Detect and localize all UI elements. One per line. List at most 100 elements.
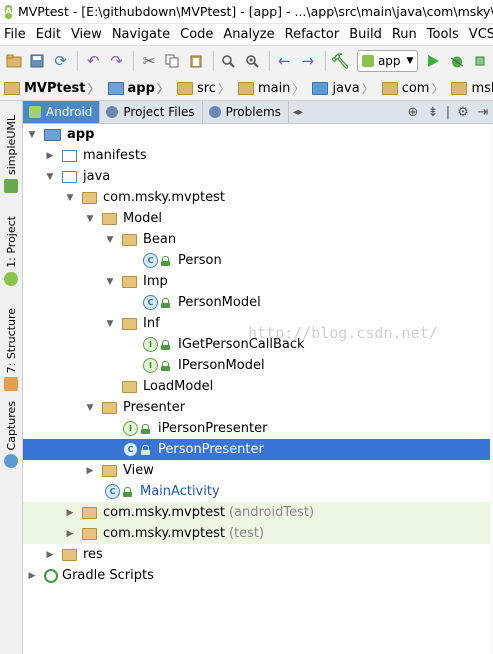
tree-item-bean[interactable]: ▼ Bean (23, 229, 493, 250)
replace-icon[interactable] (241, 50, 262, 72)
attach-debugger-icon[interactable] (469, 50, 490, 72)
menu-edit[interactable]: Edit (31, 27, 66, 42)
tree-item-label: MainActivity (140, 484, 220, 499)
breadcrumb-item[interactable]: src 〉 (173, 80, 234, 97)
back-icon[interactable]: ← (274, 50, 295, 72)
sidebar-tab-captures[interactable]: Captures (0, 401, 22, 469)
chevron-down-icon[interactable]: ▼ (64, 193, 76, 203)
package-icon (82, 191, 97, 204)
tree-item-ipersonmodel[interactable]: I IPersonModel (23, 355, 493, 376)
tree-item-inf[interactable]: ▼ Inf (23, 313, 493, 334)
sidebar-tab-project[interactable]: 1: Project (0, 216, 22, 286)
menu-build[interactable]: Build (344, 27, 387, 42)
chevron-down-icon[interactable]: ▼ (44, 172, 56, 182)
menu-run[interactable]: Run (387, 27, 422, 42)
collapse-all-icon[interactable]: ⇟ (423, 105, 443, 120)
tab-android[interactable]: Android (23, 101, 101, 123)
gear-icon[interactable]: ⚙ (453, 105, 473, 120)
make-project-icon[interactable]: 🔨︎ (329, 50, 350, 72)
run-config-dropdown[interactable]: app ▼ (356, 50, 419, 72)
chevron-right-icon[interactable]: ▶ (64, 529, 76, 539)
undo-icon[interactable]: ↶ (82, 50, 103, 72)
menu-view[interactable]: View (66, 27, 107, 42)
tree-item-mainactivity[interactable]: C MainActivity (23, 481, 493, 502)
sidebar-tab-structure[interactable]: 7: Structure (0, 308, 22, 392)
find-icon[interactable] (218, 50, 239, 72)
chevron-down-icon[interactable]: ▼ (104, 235, 116, 245)
menu-tools[interactable]: Tools (422, 27, 464, 42)
tree-item-presenter[interactable]: ▼ Presenter (23, 397, 493, 418)
tree-item-label: View (123, 463, 154, 478)
tree-item-res[interactable]: ▶ res (23, 544, 493, 565)
chevron-down-icon: ▼ (406, 56, 414, 66)
chevron-right-icon: 〉 (361, 81, 374, 96)
tree-item-ipersonpresenter[interactable]: I iPersonPresenter (23, 418, 493, 439)
run-icon[interactable] (422, 50, 443, 72)
paste-icon[interactable] (185, 50, 206, 72)
tree-item-imp[interactable]: ▼ Imp (23, 271, 493, 292)
menu-analyze[interactable]: Analyze (218, 27, 279, 42)
chevron-right-icon[interactable]: ▶ (26, 571, 38, 581)
project-tree: ▼ app ▶ manifests ▼ java ▼ com.msky.mvpt… (23, 124, 493, 654)
scroll-from-source-icon[interactable]: ⊕ (403, 105, 423, 120)
chevron-down-icon[interactable]: ▼ (84, 403, 96, 413)
breadcrumb-item[interactable]: msky 〉 (447, 80, 493, 97)
package-icon (82, 527, 97, 540)
tree-item-manifests[interactable]: ▶ manifests (23, 145, 493, 166)
tree-item-app[interactable]: ▼ app (23, 124, 493, 145)
chevron-right-icon[interactable]: ▶ (44, 550, 56, 560)
tree-item-android-test-package[interactable]: ▶ com.msky.mvptest (androidTest) (23, 502, 493, 523)
breadcrumb-item[interactable]: com 〉 (378, 80, 448, 97)
chevron-right-icon[interactable]: ▶ (84, 466, 96, 476)
tool-window-bar: simpleUML 1: Project 7: Structure Captur… (0, 101, 23, 654)
breadcrumb-item[interactable]: java 〉 (308, 80, 377, 97)
menu-vcs[interactable]: VCS (464, 27, 493, 42)
gradle-icon (44, 568, 58, 583)
sidebar-tab-simpleuml[interactable]: simpleUML (0, 115, 22, 193)
breadcrumb-item[interactable]: app 〉 (104, 80, 173, 97)
chevron-right-icon[interactable]: ▶ (64, 508, 76, 518)
menu-refactor[interactable]: Refactor (280, 27, 345, 42)
chevron-right-icon: 〉 (217, 81, 230, 96)
tree-item-test-package[interactable]: ▶ com.msky.mvptest (test) (23, 523, 493, 544)
tree-item-label: java (83, 169, 111, 184)
tree-item-model[interactable]: ▼ Model (23, 208, 493, 229)
tab-project-files[interactable]: Project Files (100, 101, 203, 123)
menu-code[interactable]: Code (175, 27, 218, 42)
chevron-down-icon[interactable]: ▼ (26, 130, 38, 140)
problems-icon (208, 106, 221, 118)
tree-item-personpresenter[interactable]: C PersonPresenter (23, 439, 493, 460)
chevron-right-icon[interactable]: ▶ (44, 151, 56, 161)
tree-item-label: Person (178, 253, 222, 268)
toolbar-separator (212, 51, 214, 71)
chevron-down-icon[interactable]: ▼ (104, 277, 116, 287)
menu-navigate[interactable]: Navigate (107, 27, 175, 42)
save-icon[interactable] (26, 50, 47, 72)
tree-item-igetpersoncallback[interactable]: I IGetPersonCallBack (23, 334, 493, 355)
cut-icon[interactable]: ✂ (138, 50, 159, 72)
open-folder-icon[interactable] (3, 50, 24, 72)
forward-icon[interactable]: → (297, 50, 318, 72)
chevron-down-icon[interactable]: ▼ (84, 214, 96, 224)
chevron-down-icon[interactable]: ▼ (104, 319, 116, 329)
breadcrumb-item[interactable]: MVPtest 〉 (0, 80, 104, 97)
menu-file[interactable]: File (0, 27, 31, 42)
sync-icon[interactable]: ⟳ (50, 50, 71, 72)
copy-icon[interactable] (162, 50, 183, 72)
tree-item-package[interactable]: ▼ com.msky.mvptest (23, 187, 493, 208)
tab-scroll-arrows-icon[interactable]: ◂▸ (293, 107, 303, 118)
tree-item-java[interactable]: ▼ java (23, 166, 493, 187)
uml-icon (4, 178, 18, 193)
tree-item-view[interactable]: ▶ View (23, 460, 493, 481)
tree-item-personmodel[interactable]: C PersonModel (23, 292, 493, 313)
tree-item-person[interactable]: C Person (23, 250, 493, 271)
debug-icon[interactable] (446, 50, 467, 72)
breadcrumb-item[interactable]: main 〉 (234, 80, 309, 97)
tree-item-sublabel: (test) (228, 526, 265, 541)
interface-icon: I (143, 358, 158, 373)
hide-panel-icon[interactable]: ⇥ (473, 105, 493, 120)
tab-problems[interactable]: Problems (203, 101, 289, 123)
tree-item-loadmodel[interactable]: LoadModel (23, 376, 493, 397)
redo-icon[interactable]: ↷ (106, 50, 127, 72)
tree-item-gradle-scripts[interactable]: ▶ Gradle Scripts (23, 565, 493, 586)
